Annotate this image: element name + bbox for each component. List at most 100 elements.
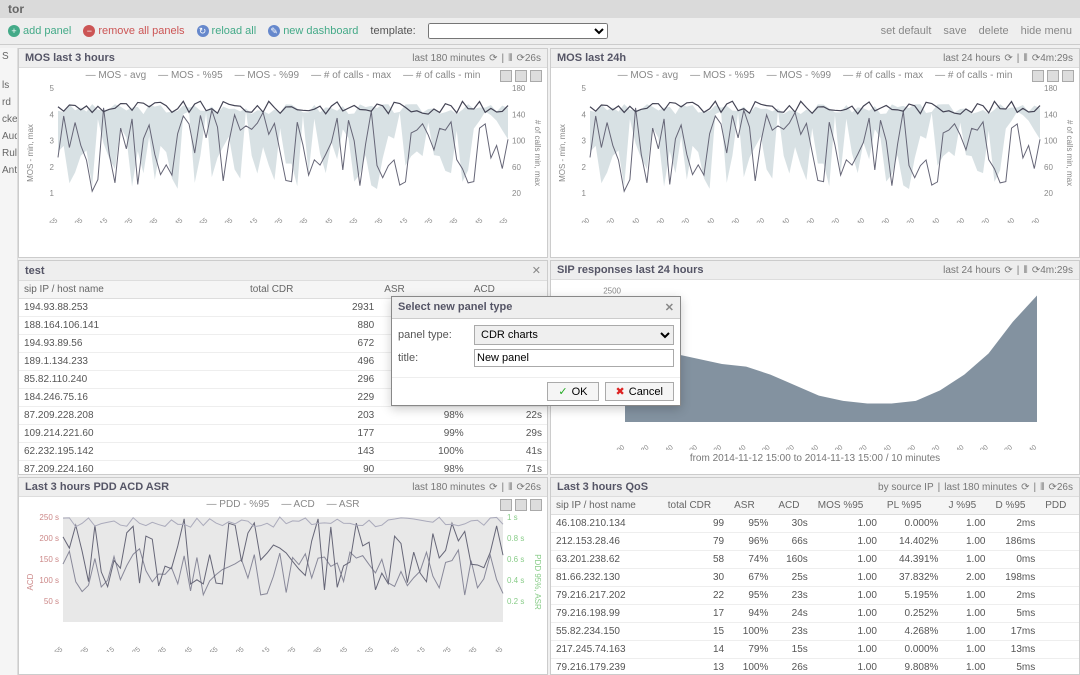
remove-all-panels-button[interactable]: −remove all panels xyxy=(83,25,184,37)
sidebar-item[interactable]: Anti Fraud xyxy=(0,162,17,179)
svg-text:0.8 s: 0.8 s xyxy=(507,534,524,543)
column-header[interactable]: sip IP / host name xyxy=(551,497,663,515)
range-label[interactable]: last 180 minutes xyxy=(944,482,1017,493)
save-button[interactable]: save xyxy=(943,25,966,37)
table-row[interactable]: 79.216.217.2022295%23s1.005.195%1.002ms xyxy=(551,587,1079,605)
sidebar-item[interactable]: S xyxy=(0,48,17,65)
close-icon[interactable]: ✕ xyxy=(665,301,674,314)
sidebar-item[interactable]: Audit xyxy=(0,128,17,145)
svg-text:13 14:05: 13 14:05 xyxy=(359,217,384,223)
table-row[interactable]: 212.153.28.467996%66s1.0014.402%1.00186m… xyxy=(551,533,1079,551)
window-icon[interactable] xyxy=(530,499,542,511)
svg-text:13 08:20: 13 08:20 xyxy=(891,217,916,223)
auto-refresh-label[interactable]: ⟳4m:29s xyxy=(1032,265,1073,276)
chart-icon[interactable] xyxy=(1047,70,1059,82)
columns-icon[interactable]: ⦀ xyxy=(1040,482,1044,493)
auto-refresh-label[interactable]: ⟳26s xyxy=(1048,482,1073,493)
close-icon[interactable]: ✕ xyxy=(532,264,541,277)
refresh-icon[interactable]: ⟳ xyxy=(489,482,497,493)
refresh-icon[interactable]: ⟳ xyxy=(1004,265,1012,276)
panel-type-select[interactable]: CDR charts xyxy=(474,325,674,345)
refresh-icon: ↻ xyxy=(197,25,209,37)
svg-text:0.4 s: 0.4 s xyxy=(507,576,524,585)
range-label[interactable]: last 24 hours xyxy=(943,265,1000,276)
table-row[interactable]: 217.245.74.1631479%15s1.000.000%1.0013ms xyxy=(551,641,1079,659)
delete-button[interactable]: delete xyxy=(979,25,1009,37)
svg-text:140: 140 xyxy=(1044,110,1058,119)
window-icon[interactable] xyxy=(530,70,542,82)
svg-text:100 s: 100 s xyxy=(39,576,59,585)
svg-text:13 12:05: 13 12:05 xyxy=(59,217,84,223)
table-row[interactable]: 46.108.210.1349995%30s1.000.000%1.002ms xyxy=(551,515,1079,533)
column-header[interactable]: PL %95 xyxy=(882,497,944,515)
cancel-button[interactable]: ✖Cancel xyxy=(605,382,674,401)
set-default-button[interactable]: set default xyxy=(881,25,932,37)
hide-menu-button[interactable]: hide menu xyxy=(1021,25,1072,37)
svg-text:13 11:00: 13 11:00 xyxy=(941,217,966,223)
svg-text:ACD: ACD xyxy=(26,573,35,590)
save-icon[interactable] xyxy=(500,499,512,511)
save-icon[interactable] xyxy=(500,70,512,82)
svg-text:12 15:00: 12 15:00 xyxy=(566,217,591,223)
range-label[interactable]: last 180 minutes xyxy=(412,53,485,64)
svg-text:13 11:55: 13 11:55 xyxy=(39,646,64,652)
column-header[interactable]: ACD xyxy=(773,497,812,515)
chart-icon[interactable] xyxy=(515,499,527,511)
refresh-icon[interactable]: ⟳ xyxy=(489,53,497,64)
svg-text:13 13:35: 13 13:35 xyxy=(298,646,323,652)
table-row[interactable]: 81.66.232.1303067%25s1.0037.832%2.00198m… xyxy=(551,569,1079,587)
svg-text:60: 60 xyxy=(512,163,521,172)
column-header[interactable]: sip IP / host name xyxy=(19,281,245,299)
window-title: tor xyxy=(0,0,1080,18)
range-label[interactable]: last 180 minutes xyxy=(412,482,485,493)
range-label[interactable]: last 24 hours xyxy=(943,53,1000,64)
column-header[interactable]: J %95 xyxy=(943,497,990,515)
svg-text:1: 1 xyxy=(582,189,587,198)
auto-refresh-label[interactable]: ⟳26s xyxy=(516,482,541,493)
svg-text:2: 2 xyxy=(50,163,55,172)
chart-legend: — PDD - %95— ACD— ASR xyxy=(19,497,547,512)
column-header[interactable]: total CDR xyxy=(663,497,729,515)
svg-text:13 13:55: 13 13:55 xyxy=(334,217,359,223)
sidebar-item[interactable]: cker xyxy=(0,111,17,128)
table-row[interactable]: 87.209.224.1609098%71s xyxy=(19,461,547,475)
column-header[interactable]: MOS %95 xyxy=(813,497,882,515)
save-icon[interactable] xyxy=(1032,70,1044,82)
auto-refresh-label[interactable]: ⟳4m:29s xyxy=(1032,53,1073,64)
table-row[interactable]: 109.214.221.6017799%29s xyxy=(19,425,547,443)
sidebar-item[interactable]: ls xyxy=(0,77,17,94)
table-row[interactable]: 79.216.198.991794%24s1.000.252%1.005ms xyxy=(551,605,1079,623)
column-header[interactable]: ASR xyxy=(729,497,773,515)
by-label[interactable]: by source IP xyxy=(878,482,934,493)
refresh-icon[interactable]: ⟳ xyxy=(1004,53,1012,64)
chart-icon[interactable] xyxy=(515,70,527,82)
column-header[interactable]: total CDR xyxy=(245,281,379,299)
add-panel-button[interactable]: +add panel xyxy=(8,25,71,37)
refresh-icon[interactable]: ⟳ xyxy=(1021,482,1029,493)
svg-text:5: 5 xyxy=(582,84,587,93)
window-icon[interactable] xyxy=(1062,70,1074,82)
panel-mos-3h: MOS last 3 hours last 180 minutes ⟳ | ⦀ … xyxy=(18,48,548,258)
auto-refresh-label[interactable]: ⟳26s xyxy=(516,53,541,64)
table-row[interactable]: 55.82.234.15015100%23s1.004.268%1.0017ms xyxy=(551,623,1079,641)
svg-text:1: 1 xyxy=(50,189,55,198)
template-select[interactable] xyxy=(428,23,608,39)
columns-icon[interactable]: ⦀ xyxy=(508,482,512,493)
column-header[interactable]: PDD xyxy=(1040,497,1079,515)
sidebar-item[interactable]: rd xyxy=(0,94,17,111)
ok-button[interactable]: ✓OK xyxy=(547,382,598,401)
table-row[interactable]: 63.201.238.625874%160s1.0044.391%1.000ms xyxy=(551,551,1079,569)
panel-qos: Last 3 hours QoS by source IP | last 180… xyxy=(550,477,1080,675)
sidebar-item[interactable]: Rules xyxy=(0,145,17,162)
title-input[interactable] xyxy=(474,349,674,367)
table-row[interactable]: 87.209.228.20820398%22s xyxy=(19,407,547,425)
columns-icon[interactable]: ⦀ xyxy=(1023,53,1027,64)
new-dashboard-button[interactable]: ✎new dashboard xyxy=(268,25,358,37)
columns-icon[interactable]: ⦀ xyxy=(508,53,512,64)
reload-all-button[interactable]: ↻reload all xyxy=(197,25,257,37)
columns-icon[interactable]: ⦀ xyxy=(1023,265,1027,276)
table-row[interactable]: 62.232.195.142143100%41s xyxy=(19,443,547,461)
table-row[interactable]: 79.216.179.23913100%26s1.009.808%1.005ms xyxy=(551,659,1079,675)
column-header[interactable]: D %95 xyxy=(990,497,1040,515)
svg-text:60: 60 xyxy=(1044,163,1053,172)
